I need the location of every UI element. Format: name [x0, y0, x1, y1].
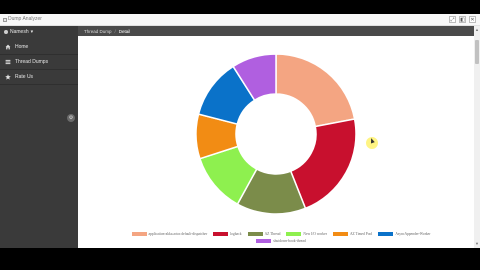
breadcrumb-item-thread-dump[interactable]: Thread Dump	[84, 29, 112, 34]
vertical-scrollbar[interactable]: ▲ ▼	[474, 26, 480, 248]
legend-label: AsyncAppender-Worker	[395, 232, 431, 236]
sidebar: Namesh ▾ Home Thread Dumps Rate Us ⚙	[0, 26, 78, 248]
close-icon[interactable]: ✕	[469, 16, 476, 23]
legend-item[interactable]: AsyncAppender-Worker	[378, 232, 430, 236]
scroll-up-icon[interactable]: ▲	[475, 28, 479, 32]
main-content: application-akka.actor.default-dispatche…	[78, 36, 474, 248]
legend-label: AZ Thread	[264, 232, 281, 236]
scrollbar-thumb[interactable]	[475, 40, 479, 64]
breadcrumb-separator: /	[114, 28, 116, 34]
legend-label: New I/O worker	[303, 232, 327, 236]
legend-swatch	[256, 239, 272, 243]
user-name: Namesh	[10, 29, 29, 35]
legend-label: shutdown-hook-thread	[273, 239, 306, 243]
legend-swatch	[332, 232, 348, 236]
breadcrumb-item-detail: Detail	[118, 28, 131, 34]
sidebar-item-rate-us[interactable]: Rate Us	[0, 70, 78, 85]
settings-icon[interactable]: ⚙	[67, 114, 75, 122]
chart-legend: application-akka.actor.default-dispatche…	[116, 232, 446, 243]
app-title: Dump Analyzer	[8, 16, 42, 22]
app-brand[interactable]: Dump Analyzer	[3, 14, 42, 25]
legend-label: logback	[230, 232, 242, 236]
sidebar-item-label: Rate Us	[15, 74, 34, 80]
star-icon	[5, 74, 11, 80]
legend-item[interactable]: AZ Timed Pool	[332, 232, 373, 236]
restore-icon[interactable]: ◧	[459, 16, 466, 23]
legend-swatch	[247, 232, 263, 236]
thread-pie-chart	[195, 53, 357, 215]
chevron-down-icon: ▾	[30, 29, 34, 35]
sidebar-item-label: Thread Dumps	[15, 59, 49, 65]
pie-slice-0[interactable]	[275, 53, 356, 128]
legend-item[interactable]: New I/O worker	[286, 232, 327, 236]
breadcrumb: Thread Dump / Detail	[78, 26, 474, 36]
legend-item[interactable]: shutdown-hook-thread	[256, 239, 306, 243]
legend-item[interactable]: application-akka.actor.default-dispatche…	[131, 232, 208, 236]
window-controls: ⤢ ◧ ✕	[449, 16, 476, 23]
sidebar-item-label: Home	[15, 44, 29, 50]
legend-label: AZ Timed Pool	[349, 232, 373, 236]
sidebar-item-thread-dumps[interactable]: Thread Dumps	[0, 55, 78, 70]
sidebar-nav: Home Thread Dumps Rate Us	[0, 40, 78, 85]
top-header-bar: Dump Analyzer ⤢ ◧ ✕	[0, 14, 480, 26]
app-window: Dump Analyzer ⤢ ◧ ✕ Namesh ▾ Home Thread…	[0, 14, 480, 248]
fullscreen-icon[interactable]: ⤢	[449, 16, 456, 23]
legend-swatch	[131, 232, 147, 236]
legend-swatch	[378, 232, 394, 236]
legend-item[interactable]: AZ Thread	[247, 232, 281, 236]
list-icon	[5, 59, 11, 65]
user-icon	[4, 30, 8, 34]
legend-swatch	[213, 232, 229, 236]
legend-label: application-akka.actor.default-dispatche…	[148, 232, 208, 236]
broken-image-icon	[3, 17, 7, 22]
home-icon	[5, 44, 11, 50]
legend-swatch	[286, 232, 302, 236]
user-menu[interactable]: Namesh ▾	[4, 29, 33, 35]
scroll-down-icon[interactable]: ▼	[475, 242, 479, 246]
legend-item[interactable]: logback	[213, 232, 242, 236]
sidebar-item-home[interactable]: Home	[0, 40, 78, 55]
